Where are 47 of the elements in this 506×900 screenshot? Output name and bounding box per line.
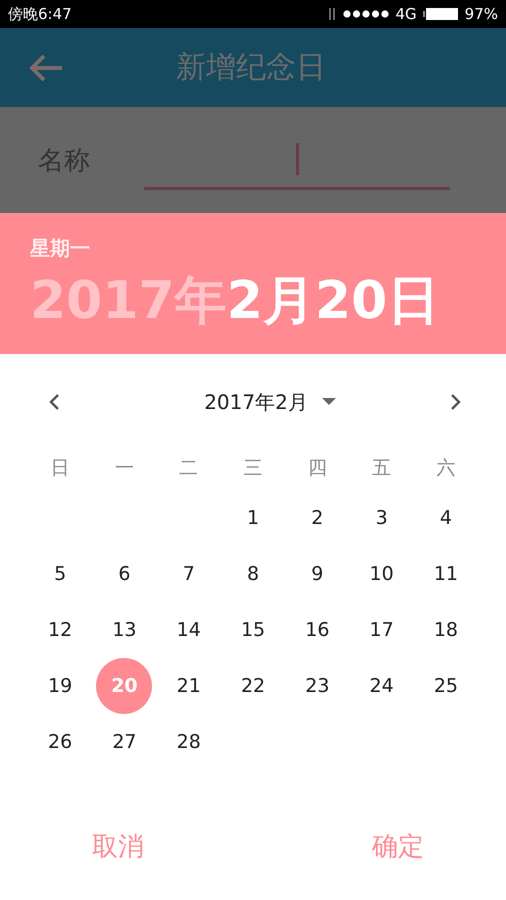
calendar-day[interactable]: 23	[289, 658, 346, 714]
name-input-field[interactable]	[144, 142, 450, 190]
calendar-day[interactable]: 4	[418, 490, 474, 546]
calendar-day[interactable]: 3	[354, 490, 410, 546]
calendar-day[interactable]: 28	[160, 714, 217, 770]
calendar-day[interactable]: 10	[354, 546, 410, 602]
calendar-day[interactable]: 16	[289, 602, 346, 658]
weekday-text: 星期一	[30, 235, 91, 262]
calendar-day[interactable]: 27	[96, 714, 152, 770]
calendar-day[interactable]: 26	[32, 714, 88, 770]
weekday-heading: 二	[178, 456, 200, 481]
weekday-heading: 六	[435, 456, 456, 481]
previous-month-icon[interactable]	[48, 393, 60, 411]
calendar-day[interactable]: 15	[225, 602, 282, 658]
page-title: 新增纪念日	[175, 49, 327, 87]
weekday-heading: 一	[114, 456, 135, 481]
calendar-day[interactable]: 25	[418, 658, 474, 714]
weekday-heading: 四	[306, 456, 328, 481]
dropdown-caret-icon	[322, 398, 336, 406]
battery-percent: 97%	[464, 5, 498, 23]
calendar-day[interactable]: 2	[289, 490, 346, 546]
calendar-day[interactable]: 8	[225, 546, 282, 602]
weekday-heading: 日	[50, 456, 71, 481]
calendar-day[interactable]: 14	[160, 602, 217, 658]
network-type: 4G	[395, 5, 417, 23]
calendar-day[interactable]: 22	[225, 658, 282, 714]
weekday-heading: 五	[371, 456, 392, 481]
month-selector[interactable]: 2017年2月	[204, 388, 336, 416]
calendar-day[interactable]: 12	[32, 602, 88, 658]
calendar-day[interactable]: 7	[160, 546, 217, 602]
weekday-heading: 三	[242, 456, 264, 481]
calendar-day[interactable]: 9	[289, 546, 346, 602]
status-time: 傍晚6:47	[8, 4, 72, 24]
calendar-day[interactable]: 21	[160, 658, 217, 714]
calendar-day[interactable]: 6	[96, 546, 152, 602]
next-month-icon[interactable]	[450, 393, 462, 411]
signal-icon	[343, 10, 390, 18]
data-transfer-icon	[327, 7, 338, 21]
calendar-day[interactable]: 24	[354, 658, 410, 714]
calendar-day[interactable]: 13	[96, 602, 152, 658]
battery-icon	[422, 7, 459, 21]
calendar-day[interactable]: 1	[225, 490, 282, 546]
calendar-day[interactable]: 5	[32, 546, 88, 602]
calendar-day[interactable]: 17	[354, 602, 410, 658]
calendar-day[interactable]: 18	[418, 602, 474, 658]
calendar-day[interactable]: 19	[32, 658, 88, 714]
calendar-day[interactable]: 11	[418, 546, 474, 602]
